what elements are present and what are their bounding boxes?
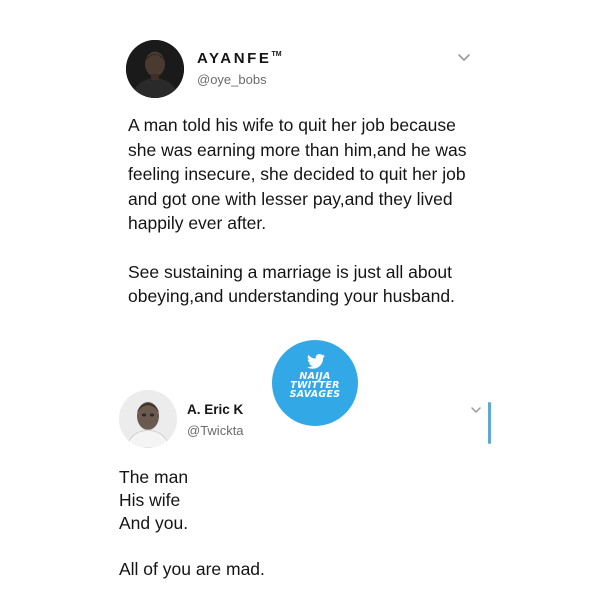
chevron-down-icon[interactable]: [457, 50, 471, 61]
tweet-text: The man His wife And you. All of you are…: [119, 466, 479, 581]
author-handle[interactable]: @Twickta: [187, 423, 244, 438]
tweet-paragraph: See sustaining a marriage is just all ab…: [128, 261, 455, 307]
watermark-text: NAIJA TWITTER SAVAGES: [272, 372, 358, 400]
author-name[interactable]: AYANFETM: [197, 50, 282, 67]
chevron-down-icon[interactable]: [470, 402, 482, 413]
avatar-photo-icon: [119, 390, 177, 448]
tweet-line: And you.: [119, 513, 189, 533]
tweet-paragraph: All of you are mad.: [119, 559, 265, 579]
avatar-photo-icon: [126, 40, 184, 98]
tweet-line: The man: [119, 467, 189, 487]
watermark-logo: NAIJA TWITTER SAVAGES: [272, 340, 358, 426]
author-handle[interactable]: @oye_bobs: [197, 72, 267, 87]
author-name[interactable]: A. Eric K: [187, 402, 243, 417]
scrollbar[interactable]: [488, 402, 491, 444]
avatar[interactable]: [119, 390, 177, 448]
avatar[interactable]: [126, 40, 184, 98]
twitter-bird-icon: [307, 354, 325, 369]
tweet-line: His wife: [119, 490, 181, 510]
trademark-mark: TM: [271, 51, 282, 58]
tweet-text: A man told his wife to quit her job beca…: [128, 113, 473, 309]
watermark-line: SAVAGES: [289, 389, 341, 400]
tweet-paragraph: A man told his wife to quit her job beca…: [128, 115, 467, 233]
